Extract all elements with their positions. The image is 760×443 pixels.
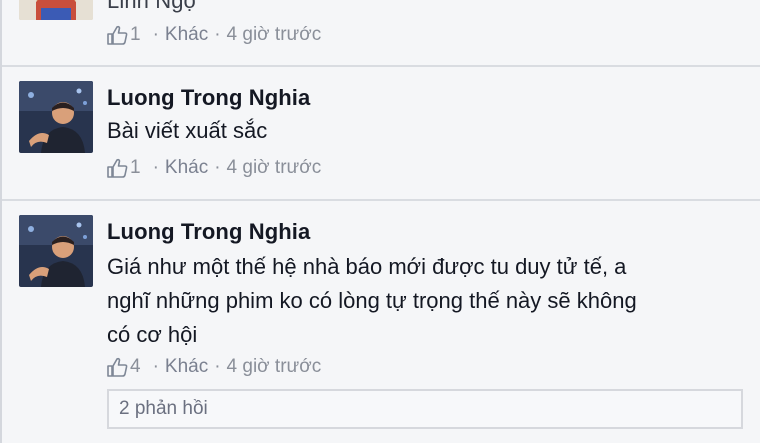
like-count: 4 bbox=[130, 356, 141, 377]
comment-author[interactable]: Linh Ngọ bbox=[107, 0, 196, 14]
comment-author[interactable]: Luong Trong Nghia bbox=[107, 85, 310, 111]
comment-text-line: nghĩ những phim ko có lòng tự trọng thế … bbox=[107, 288, 637, 313]
replies-button[interactable]: 2 phản hồi bbox=[107, 389, 743, 429]
comment-item: Linh Ngọ 1 · Khác · 4 giờ trước bbox=[2, 0, 760, 66]
avatar-image bbox=[19, 81, 93, 153]
avatar[interactable] bbox=[19, 215, 93, 287]
comment-time[interactable]: 4 giờ trước bbox=[227, 157, 322, 179]
comment-thread: Linh Ngọ 1 · Khác · 4 giờ trước Luong Tr… bbox=[0, 0, 760, 443]
comment-item: Luong Trong Nghia Bài viết xuất sắc 1 · … bbox=[2, 67, 760, 200]
thumbs-up-icon[interactable] bbox=[106, 158, 128, 178]
separator-dot: · bbox=[214, 157, 221, 178]
other-link[interactable]: Khác bbox=[165, 356, 208, 378]
comment-meta: 4 · Khác · 4 giờ trước bbox=[106, 356, 321, 378]
avatar-image bbox=[19, 0, 93, 20]
separator-dot: · bbox=[152, 356, 159, 377]
thumbs-up-icon[interactable] bbox=[106, 25, 128, 45]
other-link[interactable]: Khác bbox=[165, 157, 208, 179]
comment-text-line: có cơ hội bbox=[107, 322, 198, 347]
comment-text: Giá như một thế hệ nhà báo mới được tu d… bbox=[107, 250, 637, 352]
comment-text: Bài viết xuất sắc bbox=[107, 118, 268, 143]
like-count: 1 bbox=[130, 24, 141, 45]
comment-meta: 1 · Khác · 4 giờ trước bbox=[106, 157, 321, 179]
separator-dot: · bbox=[214, 356, 221, 377]
avatar[interactable] bbox=[19, 0, 93, 20]
comment-time[interactable]: 4 giờ trước bbox=[227, 356, 322, 378]
separator-dot: · bbox=[152, 157, 159, 178]
other-link[interactable]: Khác bbox=[165, 24, 208, 46]
separator-dot: · bbox=[214, 24, 221, 45]
avatar[interactable] bbox=[19, 81, 93, 153]
thumbs-up-icon[interactable] bbox=[106, 357, 128, 377]
like-count: 1 bbox=[130, 157, 141, 178]
comment-text-line: Giá như một thế hệ nhà báo mới được tu d… bbox=[107, 254, 627, 279]
comment-meta: 1 · Khác · 4 giờ trước bbox=[106, 24, 321, 46]
comment-author[interactable]: Luong Trong Nghia bbox=[107, 219, 310, 245]
separator-dot: · bbox=[152, 24, 159, 45]
comment-time[interactable]: 4 giờ trước bbox=[227, 24, 322, 46]
avatar-image bbox=[19, 215, 93, 287]
comment-item: Luong Trong Nghia Giá như một thế hệ nhà… bbox=[2, 201, 760, 443]
